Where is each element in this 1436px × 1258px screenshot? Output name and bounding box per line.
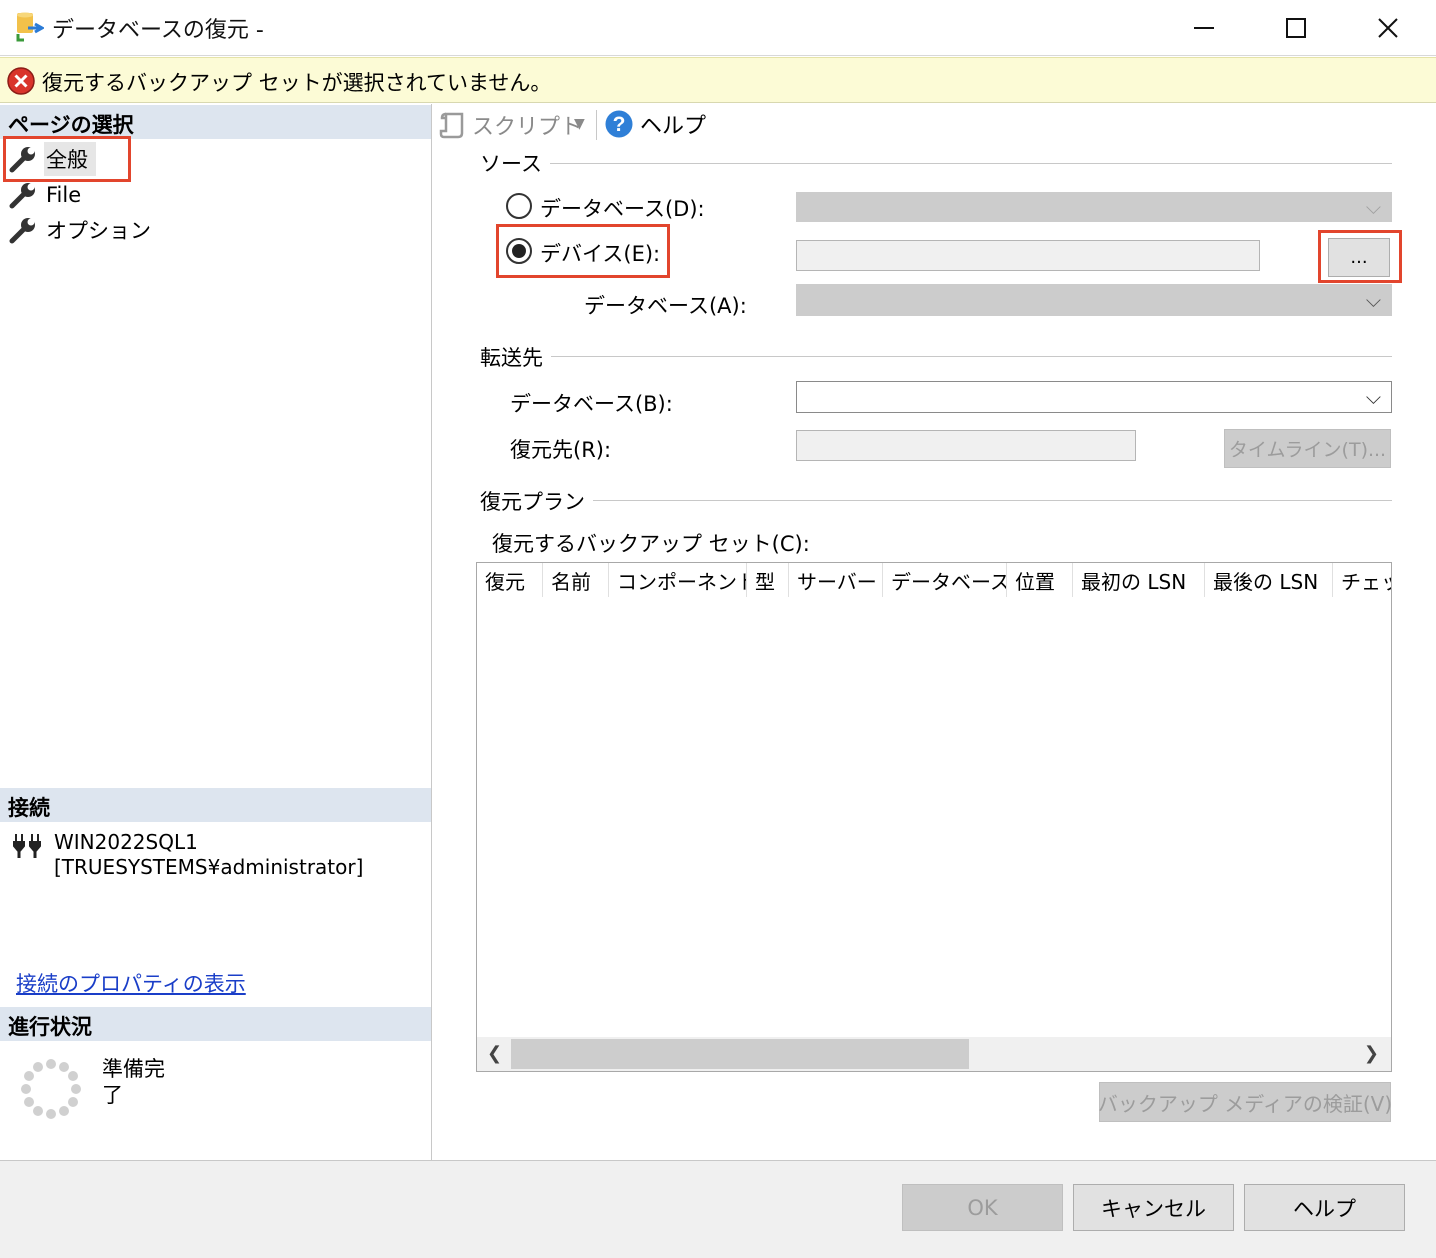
destination-group-line [480,356,1392,357]
backup-sets-grid[interactable]: 復元 名前 コンポーネント 型 サーバー データベース 位置 最初の LSN 最… [476,562,1392,1072]
wrench-icon [9,218,35,244]
close-button[interactable] [1342,0,1434,56]
script-icon [439,112,464,139]
column-header[interactable]: データベース [883,563,1007,597]
server-connection-icon [12,832,44,864]
destination-group-label: 転送先 [480,342,551,372]
error-icon [6,66,36,96]
page-item-options[interactable]: オプション [8,213,151,247]
chevron-down-icon: ⌵ [1365,195,1381,219]
restore-plan-group-label: 復元プラン [480,486,593,516]
minimize-icon [1194,27,1214,29]
scroll-left-icon[interactable]: ❮ [487,1043,502,1064]
page-select-header: ページの選択 [0,105,431,139]
connection-server: WIN2022SQL1 [54,830,198,854]
destination-database-label: データベース(B): [510,392,673,416]
database-radio[interactable] [506,193,532,219]
svg-text:?: ? [613,113,626,136]
close-icon [1378,18,1398,38]
column-header[interactable]: 型 [747,563,789,597]
cancel-button[interactable]: キャンセル [1073,1184,1234,1231]
help-button[interactable]: ? ヘルプ [604,108,706,140]
progress-header: 進行状況 [0,1007,431,1041]
horizontal-scrollbar[interactable]: ❮ ❯ [477,1037,1391,1071]
column-header[interactable]: 位置 [1007,563,1073,597]
backup-sets-label: 復元するバックアップ セット(C): [492,532,810,556]
page-item-label: オプション [46,219,151,243]
source-group-line [480,163,1392,164]
device-database-combo[interactable]: ⌵ [796,284,1392,316]
restore-to-field[interactable] [796,430,1136,461]
device-database-label: データベース(A): [584,294,747,318]
help-label: ヘルプ [640,114,707,139]
title-bar: データベースの復元 - [0,0,1436,56]
progress-spinner-icon [20,1058,82,1124]
column-header[interactable]: サーバー [789,563,883,597]
general-page-highlight-box [3,136,131,182]
wrench-icon [9,183,35,209]
destination-database-combo[interactable]: ⌵ [796,381,1392,413]
restore-plan-group-line [480,500,1392,501]
timeline-button[interactable]: タイムライン(T)... [1224,429,1391,468]
source-database-combo[interactable]: ⌵ [796,192,1392,222]
maximize-button[interactable] [1250,0,1342,56]
toolbar-separator [596,110,597,140]
ok-button[interactable]: OK [902,1184,1063,1231]
footer-help-button[interactable]: ヘルプ [1244,1184,1405,1231]
progress-status: 準備完了 [102,1057,165,1107]
connection-user: [TRUESYSTEMS¥administrator] [54,855,364,879]
window-title: データベースの復元 - [52,18,264,43]
chevron-down-icon: ⌵ [1365,288,1381,312]
column-header[interactable]: 最初の LSN [1073,563,1205,597]
scrollbar-thumb[interactable] [511,1039,969,1069]
left-panel [0,104,432,1160]
page-item-file[interactable]: File [8,178,81,212]
verify-backup-media-button[interactable]: バックアップ メディアの検証(V) [1098,1082,1392,1122]
script-label: スクリプト [472,115,583,140]
minimize-button[interactable] [1158,0,1250,56]
restore-database-app-icon [14,12,46,42]
grid-header: 復元 名前 コンポーネント 型 サーバー データベース 位置 最初の LSN 最… [477,563,1391,597]
view-connection-properties-link[interactable]: 接続のプロパティの表示 [16,968,246,998]
help-icon: ? [605,110,633,138]
connection-header: 接続 [0,788,431,822]
maximize-icon [1286,18,1306,38]
column-header[interactable]: 最後の LSN [1205,563,1333,597]
warning-message: 復元するバックアップ セットが選択されていません。 [42,71,552,95]
column-header[interactable]: 復元 [477,563,543,597]
column-header[interactable]: チェッ [1333,563,1391,597]
browse-highlight-box [1318,230,1402,283]
database-radio-label: データベース(D): [540,197,705,221]
chevron-down-icon: ⌵ [1365,385,1381,409]
scroll-right-icon[interactable]: ❯ [1364,1043,1379,1064]
script-dropdown-arrow-icon[interactable]: ▼ [574,116,585,132]
restore-to-label: 復元先(R): [510,438,612,462]
column-header[interactable]: 名前 [543,563,609,597]
device-highlight-box [496,224,670,278]
script-button[interactable]: スクリプト [438,110,582,140]
warning-bar: 復元するバックアップ セットが選択されていません。 [0,57,1436,103]
page-item-label: File [46,183,82,207]
device-path-field[interactable] [796,240,1260,271]
column-header[interactable]: コンポーネント [609,563,747,597]
source-group-label: ソース [480,148,550,178]
